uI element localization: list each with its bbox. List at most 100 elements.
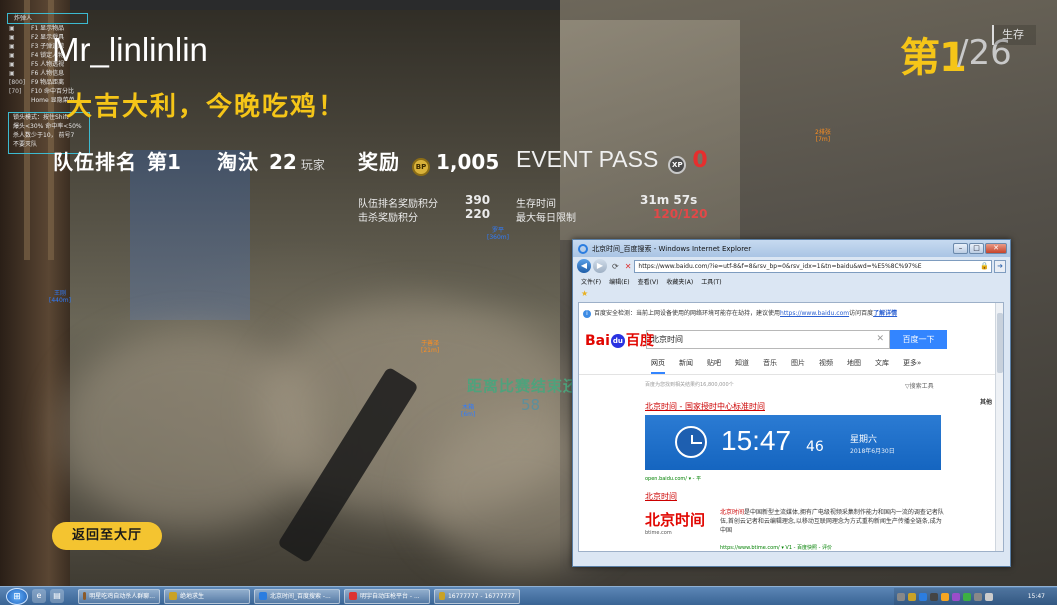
menu-view[interactable]: 查看(V) <box>638 277 659 286</box>
ie-menubar: 文件(F) 编辑(E) 查看(V) 收藏夹(A) 工具(T) <box>573 275 1010 288</box>
tab-more[interactable]: 更多» <box>903 358 921 374</box>
ie-page-content: i 百度安全检测：当前上网设备使用的网络环境可能存在劫持，建议使用https://… <box>578 302 1004 552</box>
btime-logo[interactable]: 北京时间 btime.com <box>645 509 707 539</box>
clear-icon[interactable]: ✕ <box>876 331 884 348</box>
tab-music[interactable]: 音乐 <box>763 358 777 374</box>
match-end-countdown-label: 距离比赛结束还 <box>467 377 580 395</box>
ie-logo-icon <box>578 243 588 254</box>
tab-images[interactable]: 图片 <box>791 358 805 374</box>
event-pass-stat: EVENT PASS XP 0 <box>516 146 708 176</box>
search-button[interactable]: 百度一下 <box>890 330 947 349</box>
daily-limit-value: 120/120 <box>653 207 708 221</box>
bp-value: 1,005 <box>436 150 500 174</box>
tray-app-icon[interactable] <box>941 592 949 601</box>
page-scrollbar[interactable] <box>995 303 1003 551</box>
ie-titlebar[interactable]: 北京时间_百度搜索 - Windows Internet Explorer – … <box>573 240 1010 257</box>
taskbar-item[interactable]: 16777777 - 16777777 <box>434 588 520 604</box>
favorites-star-icon[interactable]: ★ <box>581 289 588 298</box>
menu-favorites[interactable]: 收藏夹(A) <box>666 277 693 286</box>
taskbar-item[interactable]: 明宇自动压枪平台 - ... <box>344 588 430 604</box>
security-notice: i 百度安全检测：当前上网设备使用的网络环境可能存在劫持，建议使用https://… <box>583 308 897 318</box>
volume-icon[interactable] <box>985 592 993 601</box>
taskbar-item[interactable]: 北京时间_百度搜索 -... <box>254 588 340 604</box>
tray-clock[interactable]: 15:47 <box>1028 593 1045 600</box>
tray-app-icon[interactable] <box>930 592 938 601</box>
smoke-cloud <box>60 330 320 530</box>
return-to-lobby-button[interactable]: 返回至大厅 <box>52 522 162 550</box>
team-rank-points-label: 队伍排名奖励积分 <box>358 199 438 210</box>
network-icon[interactable] <box>974 592 982 601</box>
reward-stat: 奖励 BP 1,005 <box>358 146 499 176</box>
result-title-link[interactable]: 北京时间 - 国家授时中心标准时间 <box>645 401 765 412</box>
result-url[interactable]: https://www.btime.com/ ▾ V1 - 百度快照 - 评价 <box>720 544 832 551</box>
search-tabs: 网页 新闻 贴吧 知道 音乐 图片 视频 地图 文库 更多» <box>651 358 935 374</box>
xp-value: 0 <box>692 148 708 173</box>
start-button[interactable]: ⊞ <box>6 587 28 605</box>
go-arrow-icon[interactable]: ➜ <box>994 259 1006 273</box>
clock-icon <box>675 426 707 458</box>
maximize-button[interactable]: □ <box>969 243 984 254</box>
cheat-menu-item[interactable]: ▣ F6 人物信息 <box>7 69 88 78</box>
tab-web[interactable]: 网页 <box>651 358 665 374</box>
result-title-link[interactable]: 北京时间 <box>645 491 677 502</box>
bp-coin-icon: BP <box>412 158 430 176</box>
taskbar-item[interactable]: 明星吃鸡自动杀人群聊... <box>78 588 160 604</box>
forward-arrow-icon[interactable]: ▶ <box>593 259 607 273</box>
kill-points-value: 220 <box>465 207 491 221</box>
esp-label: 2排张 [7m] <box>815 129 831 143</box>
explorer-quicklaunch-icon[interactable]: ▤ <box>50 589 64 603</box>
menu-tools[interactable]: 工具(T) <box>701 277 721 286</box>
weekday: 星期六 <box>850 435 878 445</box>
windows-taskbar: ⊞ e ▤ 明星吃鸡自动杀人群聊... 绝地求生 北京时间_百度搜索 -... … <box>0 586 1057 605</box>
menu-edit[interactable]: 编辑(E) <box>609 277 629 286</box>
favorites-bar: ★ <box>573 288 1010 299</box>
esp-label: 于善泽 [21m] <box>421 340 440 354</box>
search-tools-button[interactable]: ▽搜索工具 <box>905 381 934 390</box>
event-pass-label: EVENT PASS <box>516 146 659 172</box>
tab-video[interactable]: 视频 <box>819 358 833 374</box>
esp-label: 木箱 [6m] <box>461 404 476 418</box>
xp-icon: XP <box>668 156 687 174</box>
refresh-icon[interactable]: ⟳ <box>612 262 619 271</box>
stop-icon[interactable]: ✕ <box>625 262 632 271</box>
kills-label: 淘汰 <box>217 150 259 174</box>
tab-tieba[interactable]: 贴吧 <box>707 358 721 374</box>
time-card: 15:47 46 星期六 2018年6月30日 <box>645 415 941 470</box>
tray-app-icon[interactable] <box>963 592 971 601</box>
team-rank-value: 第1 <box>147 150 181 174</box>
tab-zhidao[interactable]: 知道 <box>735 358 749 374</box>
ie-window-title: 北京时间_百度搜索 - Windows Internet Explorer <box>592 244 752 253</box>
tray-app-icon[interactable] <box>908 592 916 601</box>
match-end-countdown-value: 58 <box>521 396 541 414</box>
menu-file[interactable]: 文件(F) <box>581 277 601 286</box>
back-arrow-icon[interactable]: ◀ <box>577 259 591 273</box>
baidu-paw-icon: du <box>610 334 625 348</box>
search-input[interactable]: 北京时间 ✕ <box>646 330 890 349</box>
right-panel-heading: 其他 <box>980 399 993 406</box>
lock-icon[interactable]: 🔒 <box>980 261 989 272</box>
esp-label: 罗平 [360m] <box>487 227 509 241</box>
tab-news[interactable]: 新闻 <box>679 358 693 374</box>
player-name: Mr_linlinlin <box>52 31 208 68</box>
result-description: 北京时间是中国新型主流媒体,拥有广电级视频采集制作能力和国内一流的调查记者队伍,… <box>720 509 944 534</box>
result-url[interactable]: open.baidu.com/ ▾ - 平 <box>645 475 701 482</box>
team-rank-stat: 队伍排名 第1 <box>53 146 181 176</box>
info-icon: i <box>583 310 591 318</box>
security-more-link[interactable]: 了解详情 <box>873 310 897 317</box>
taskbar-item[interactable]: 绝地求生 <box>164 588 250 604</box>
tray-app-icon[interactable] <box>952 592 960 601</box>
security-link[interactable]: https://www.baidu.com <box>780 310 849 317</box>
tab-wenku[interactable]: 文库 <box>875 358 889 374</box>
ie-quicklaunch-icon[interactable]: e <box>32 589 46 603</box>
tray-app-icon[interactable] <box>897 592 905 601</box>
close-button[interactable]: ✕ <box>985 243 1007 254</box>
scene-wall-highlight <box>560 20 740 240</box>
minimize-button[interactable]: – <box>953 243 968 254</box>
tray-app-icon[interactable] <box>919 592 927 601</box>
tab-maps[interactable]: 地图 <box>847 358 861 374</box>
kills-stat: 淘汰 22 玩家 <box>217 146 325 176</box>
cheat-note: 杀人数少于10， 前号7 <box>13 132 75 139</box>
tab-divider <box>579 374 997 375</box>
baidu-logo[interactable]: Bai du 百度 <box>585 330 654 350</box>
url-field[interactable]: https://www.baidu.com/?ie=utf-8&f=8&rsv_… <box>634 259 992 273</box>
